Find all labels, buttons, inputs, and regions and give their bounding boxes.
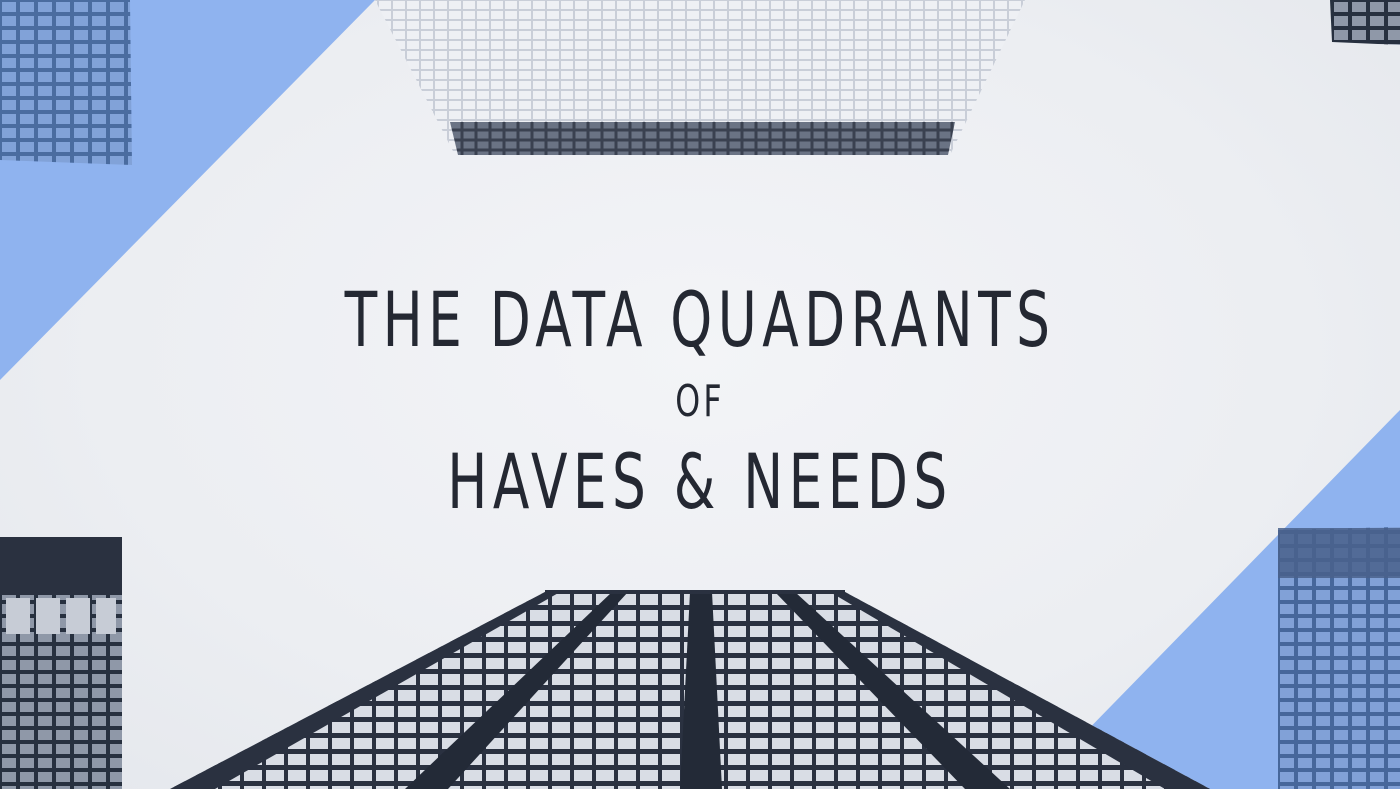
title-line-3: HAVES & NEEDS bbox=[447, 437, 953, 526]
title-line-2: OF bbox=[675, 376, 725, 427]
hero-banner: THE DATA QUADRANTS OF HAVES & NEEDS bbox=[0, 0, 1400, 789]
title-block: THE DATA QUADRANTS OF HAVES & NEEDS bbox=[0, 270, 1400, 530]
building-top-left bbox=[0, 0, 132, 165]
building-top-right bbox=[1330, 0, 1400, 45]
title-line-1: THE DATA QUADRANTS bbox=[344, 275, 1056, 364]
